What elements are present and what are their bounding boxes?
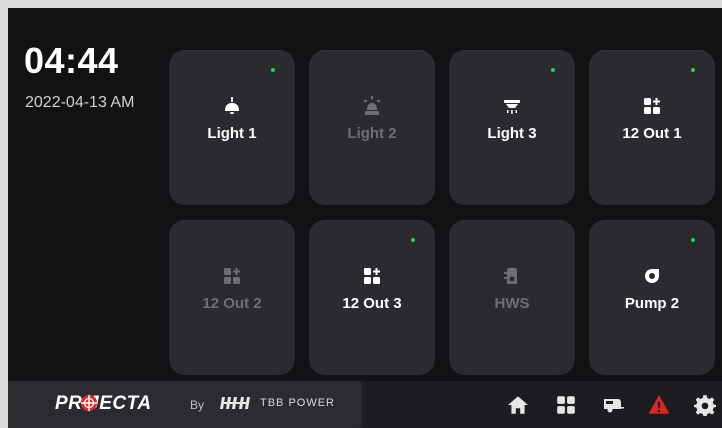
status-indicator [551, 68, 555, 72]
target-logo-icon [80, 394, 98, 412]
tile-light-3[interactable]: Light 3 [449, 50, 575, 205]
tile-12-out-1[interactable]: 12 Out 1 [589, 50, 715, 205]
home-button[interactable] [505, 392, 531, 418]
tile-label: 12 Out 2 [202, 295, 262, 312]
status-indicator [691, 68, 695, 72]
tile-12-out-2[interactable]: 12 Out 2 [169, 220, 295, 375]
settings-button[interactable] [692, 392, 718, 418]
dashboard-screen: 04:44 2022-04-13 AM Light 1 Light 2 Ligh… [8, 8, 722, 428]
alert-icon [648, 395, 670, 414]
home-icon [508, 396, 528, 414]
tile-label: Light 1 [207, 125, 257, 142]
projecta-logo: PR JECTA [55, 393, 152, 414]
status-indicator [691, 238, 695, 242]
tile-pump-2[interactable]: Pump 2 [589, 220, 715, 375]
gear-icon [694, 395, 716, 416]
tile-label: 12 Out 3 [342, 295, 402, 312]
pump-icon [645, 269, 659, 283]
grid-plus-icon [364, 268, 380, 284]
clock: 04:44 [24, 40, 119, 81]
grid-plus-icon [644, 98, 660, 114]
tile-label: Light 2 [347, 125, 397, 142]
tile-label: Pump 2 [624, 295, 680, 312]
status-indicator [271, 68, 275, 72]
caravan-icon [604, 399, 624, 413]
caravan-button[interactable] [600, 392, 626, 418]
tbb-mark-icon [220, 397, 250, 409]
tile-light-2[interactable]: Light 2 [309, 50, 435, 205]
tile-hws[interactable]: HWS [449, 220, 575, 375]
partner-name: TBB POWER [260, 397, 336, 409]
tile-12-out-3[interactable]: 12 Out 3 [309, 220, 435, 375]
grid-plus-icon [224, 268, 240, 284]
tile-label: 12 Out 1 [622, 125, 682, 142]
tile-label: HWS [494, 295, 530, 312]
by-text: By [190, 398, 205, 412]
grid-icon [557, 396, 575, 414]
status-indicator [411, 238, 415, 242]
brand-panel: PR JECTA By TBB POWER [8, 381, 362, 428]
date: 2022-04-13 AM [25, 94, 135, 111]
tile-light-1[interactable]: Light 1 [169, 50, 295, 205]
grid-button[interactable] [553, 392, 579, 418]
water-heater-icon [504, 267, 517, 284]
partner-logo: TBB POWER [220, 395, 335, 411]
tile-label: Light 3 [487, 125, 537, 142]
alert-button[interactable] [646, 392, 672, 418]
downlight-icon [504, 100, 520, 114]
bottom-bar: PR JECTA By TBB POWER [8, 381, 722, 428]
beacon-light-icon [364, 96, 380, 115]
ceiling-lamp-icon [225, 97, 239, 114]
